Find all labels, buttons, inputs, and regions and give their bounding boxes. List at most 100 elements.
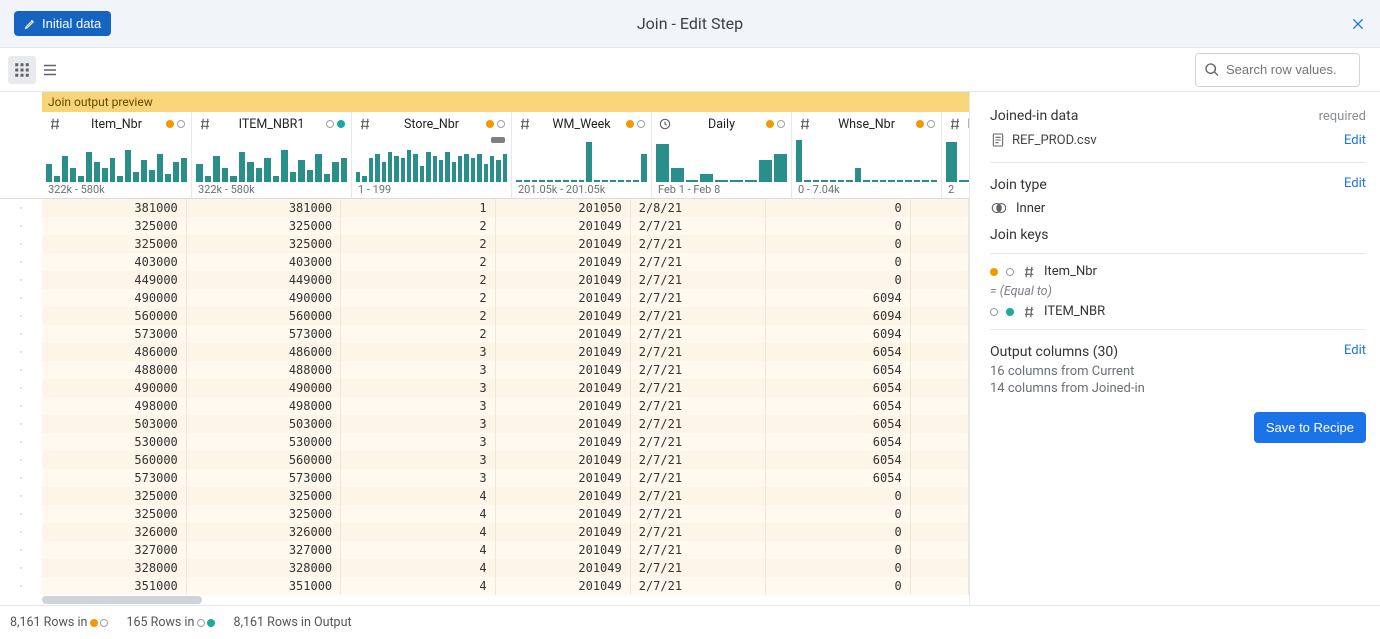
cell: 201049 <box>496 433 631 451</box>
horizontal-scrollbar[interactable] <box>0 595 969 605</box>
right-rows-count: 165 Rows in <box>126 615 215 630</box>
cell: 2/7/21 <box>631 469 766 487</box>
join-keys-label: Join keys <box>990 227 1366 243</box>
row-gutter: · <box>0 253 42 271</box>
cell: 490000 <box>187 379 341 397</box>
table-row[interactable]: ·49000049000032010492/7/216054 <box>0 379 969 397</box>
cell <box>911 253 969 271</box>
cell: 530000 <box>187 433 341 451</box>
cell: 381000 <box>187 199 341 217</box>
table-row[interactable]: ·32500032500042010492/7/210 <box>0 505 969 523</box>
cell: 560000 <box>42 307 187 325</box>
row-gutter: · <box>0 469 42 487</box>
cell: 201049 <box>496 235 631 253</box>
cell: 201049 <box>496 307 631 325</box>
pencil-icon <box>24 17 37 30</box>
table-row[interactable]: ·32700032700042010492/7/210 <box>0 541 969 559</box>
table-row[interactable]: ·32500032500042010492/7/210 <box>0 487 969 505</box>
initial-data-button[interactable]: Initial data <box>14 11 111 36</box>
joined-file-name: REF_PROD.csv <box>1012 133 1097 148</box>
column-header[interactable]: ITEM_NBR1322k - 580k <box>192 112 352 198</box>
cell: 6094 <box>766 325 911 343</box>
row-gutter: · <box>0 343 42 361</box>
column-range: 0 - 7.04k <box>792 182 941 198</box>
cell: 2/8/21 <box>631 199 766 217</box>
cell: 201049 <box>496 397 631 415</box>
column-name: Whse_Nbr <box>792 117 941 132</box>
cell: 3 <box>341 397 495 415</box>
cell: 488000 <box>42 361 187 379</box>
column-name: ITEM_NBR1 <box>192 117 351 132</box>
hash-icon <box>1022 305 1036 319</box>
cell: 0 <box>766 541 911 559</box>
save-to-recipe-button[interactable]: Save to Recipe <box>1254 412 1366 443</box>
data-rows[interactable]: ·38100038100012010502/8/210·325000325000… <box>0 199 969 595</box>
table-row[interactable]: ·56000056000022010492/7/216094 <box>0 307 969 325</box>
table-row[interactable]: ·38100038100012010502/8/210 <box>0 199 969 217</box>
table-row[interactable]: ·48600048600032010492/7/216054 <box>0 343 969 361</box>
cell: 3 <box>341 361 495 379</box>
table-row[interactable]: ·32600032600042010492/7/210 <box>0 523 969 541</box>
table-row[interactable]: ·44900044900022010492/7/210 <box>0 271 969 289</box>
table-row[interactable]: ·40300040300022010492/7/210 <box>0 253 969 271</box>
required-label: required <box>1319 109 1366 124</box>
cell: 201049 <box>496 541 631 559</box>
table-row[interactable]: ·49800049800032010492/7/216054 <box>0 397 969 415</box>
row-gutter: · <box>0 235 42 253</box>
column-header[interactable]: Store_Nbr1 - 199 <box>352 112 512 198</box>
cell: 3 <box>341 379 495 397</box>
cell: 2 <box>341 271 495 289</box>
table-row[interactable]: ·32800032800042010492/7/210 <box>0 559 969 577</box>
cell: 325000 <box>42 505 187 523</box>
list-view-button[interactable] <box>36 56 64 84</box>
current-columns-count: 16 columns from Current <box>990 364 1366 379</box>
table-row[interactable]: ·57300057300022010492/7/216094 <box>0 325 969 343</box>
edit-joined-data[interactable]: Edit <box>1344 133 1366 148</box>
row-gutter: · <box>0 379 42 397</box>
table-row[interactable]: ·50300050300032010492/7/216054 <box>0 415 969 433</box>
edit-output-columns[interactable]: Edit <box>1344 343 1366 358</box>
close-button[interactable] <box>1350 16 1366 32</box>
column-name: Item_Nbr <box>42 117 191 132</box>
table-row[interactable]: ·32500032500022010492/7/210 <box>0 217 969 235</box>
table-row[interactable]: ·57300057300032010492/7/216054 <box>0 469 969 487</box>
venn-inner-icon <box>990 199 1008 217</box>
cell: 3 <box>341 433 495 451</box>
grid-view-button[interactable] <box>8 56 36 84</box>
table-row[interactable]: ·35100035100042010492/7/210 <box>0 577 969 595</box>
column-name: WM_Week <box>512 117 651 132</box>
column-header[interactable]: DailyFeb 1 - Feb 8 <box>652 112 792 198</box>
column-header[interactable]: Whse_Nbr 0 - 7.04k <box>792 112 942 198</box>
cell: 0 <box>766 487 911 505</box>
table-row[interactable]: ·53000053000032010492/7/216054 <box>0 433 969 451</box>
row-gutter: · <box>0 289 42 307</box>
left-rows-count: 8,161 Rows in <box>10 615 108 630</box>
table-row[interactable]: ·56000056000032010492/7/216054 <box>0 451 969 469</box>
column-header[interactable]: R2 <box>942 112 970 198</box>
cell: 0 <box>766 271 911 289</box>
table-row[interactable]: ·49000049000022010492/7/216094 <box>0 289 969 307</box>
histogram <box>652 136 791 182</box>
null-indicator <box>491 137 505 143</box>
table-row[interactable]: ·48800048800032010492/7/216054 <box>0 361 969 379</box>
cell <box>911 199 969 217</box>
edit-join-type[interactable]: Edit <box>1344 176 1366 191</box>
cell: 327000 <box>42 541 187 559</box>
search-box[interactable] <box>1195 53 1360 87</box>
histogram <box>792 136 941 182</box>
cell: 201049 <box>496 253 631 271</box>
cell: 201049 <box>496 577 631 595</box>
column-range: 322k - 580k <box>42 182 191 198</box>
cell <box>911 271 969 289</box>
column-header[interactable]: WM_Week201.05k - 201.05k <box>512 112 652 198</box>
search-input[interactable] <box>1226 62 1346 77</box>
cell: 201049 <box>496 325 631 343</box>
table-row[interactable]: ·32500032500022010492/7/210 <box>0 235 969 253</box>
cell: 0 <box>766 253 911 271</box>
cell <box>911 415 969 433</box>
column-header[interactable]: Item_Nbr 322k - 580k <box>42 112 192 198</box>
cell: 381000 <box>42 199 187 217</box>
footer: 8,161 Rows in 165 Rows in 8,161 Rows in … <box>0 605 1380 639</box>
cell: 6054 <box>766 451 911 469</box>
row-gutter: · <box>0 433 42 451</box>
